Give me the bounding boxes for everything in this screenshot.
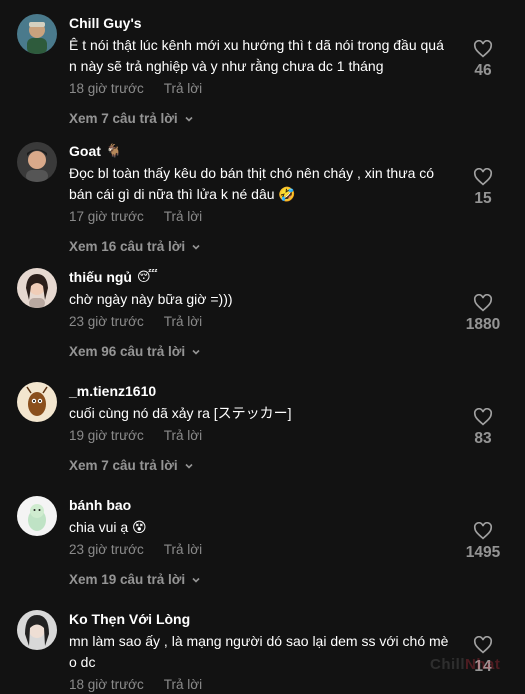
comment-time: 23 giờ trước — [69, 314, 144, 329]
comment-username[interactable]: Ko Thẹn Với Lòng — [69, 610, 454, 628]
like-count: 15 — [474, 190, 492, 207]
comment-text: chia vui ạ 😵 — [69, 519, 147, 535]
comment-username[interactable]: _m.tienz1610 — [69, 382, 454, 400]
username-emoji: 🐐 — [105, 143, 123, 158]
comment-time: 19 giờ trước — [69, 428, 144, 443]
watermark: ChillNhat — [430, 656, 501, 673]
chevron-down-icon — [192, 244, 200, 250]
like-group: 83 — [463, 408, 503, 448]
avatar[interactable] — [17, 14, 57, 54]
comment-time: 23 giờ trước — [69, 542, 144, 557]
comment-text: chờ ngày này bữa giờ =))) — [69, 291, 233, 307]
avatar[interactable] — [17, 382, 57, 422]
heart-icon[interactable] — [473, 522, 493, 540]
reply-button[interactable]: Trả lời — [164, 209, 202, 224]
like-count: 1495 — [465, 544, 501, 561]
comment-time: 18 giờ trước — [69, 677, 144, 692]
reply-button[interactable]: Trả lời — [164, 677, 202, 692]
reply-button[interactable]: Trả lời — [164, 81, 202, 96]
view-replies-button[interactable]: Xem 7 câu trả lời — [69, 110, 454, 128]
chevron-down-icon — [192, 577, 200, 583]
avatar[interactable] — [17, 142, 57, 182]
reply-button[interactable]: Trả lời — [164, 428, 202, 443]
comment-username[interactable]: Goat 🐐 — [69, 142, 454, 160]
like-group: 1495 — [463, 522, 503, 562]
heart-icon[interactable] — [473, 40, 493, 58]
heart-icon[interactable] — [473, 294, 493, 312]
view-replies-button[interactable]: Xem 19 câu trả lời — [69, 571, 454, 589]
like-count: 1880 — [465, 316, 501, 333]
avatar[interactable] — [17, 610, 57, 650]
reply-button[interactable]: Trả lời — [164, 314, 202, 329]
comment-text: Ê t nói thật lúc kênh mới xu hướng thì t… — [69, 37, 444, 74]
avatar[interactable] — [17, 496, 57, 536]
comment-text: cuối cùng nó dã xảy ra [ステッカー] — [69, 405, 292, 421]
heart-icon[interactable] — [473, 636, 493, 654]
avatar[interactable] — [17, 268, 57, 308]
heart-icon[interactable] — [473, 168, 493, 186]
chevron-down-icon — [192, 349, 200, 355]
comment-username[interactable]: thiếu ngủ 😴 — [69, 268, 454, 286]
chevron-down-icon — [185, 116, 193, 122]
view-replies-button[interactable]: Xem 96 câu trả lời — [69, 343, 454, 361]
comment-text: mn làm sao ấy , là mạng người dó sao lại… — [69, 633, 449, 670]
like-group: 15 — [463, 168, 503, 208]
comment-time: 17 giờ trước — [69, 209, 144, 224]
comment-username[interactable]: Chill Guy's — [69, 14, 454, 32]
heart-icon[interactable] — [473, 408, 493, 426]
username-emoji: 😴 — [137, 269, 158, 284]
reply-button[interactable]: Trả lời — [164, 542, 202, 557]
comment-username[interactable]: bánh bao — [69, 496, 454, 514]
comment-text: Đọc bl toàn thấy kêu do bán thịt chó nên… — [69, 165, 435, 202]
chevron-down-icon — [185, 463, 193, 469]
view-replies-button[interactable]: Xem 16 câu trả lời — [69, 238, 454, 256]
like-count: 83 — [474, 430, 492, 447]
comment-time: 18 giờ trước — [69, 81, 144, 96]
like-group: 1880 — [463, 294, 503, 334]
like-group: 46 — [463, 40, 503, 80]
view-replies-button[interactable]: Xem 7 câu trả lời — [69, 457, 454, 475]
like-count: 46 — [474, 62, 492, 79]
